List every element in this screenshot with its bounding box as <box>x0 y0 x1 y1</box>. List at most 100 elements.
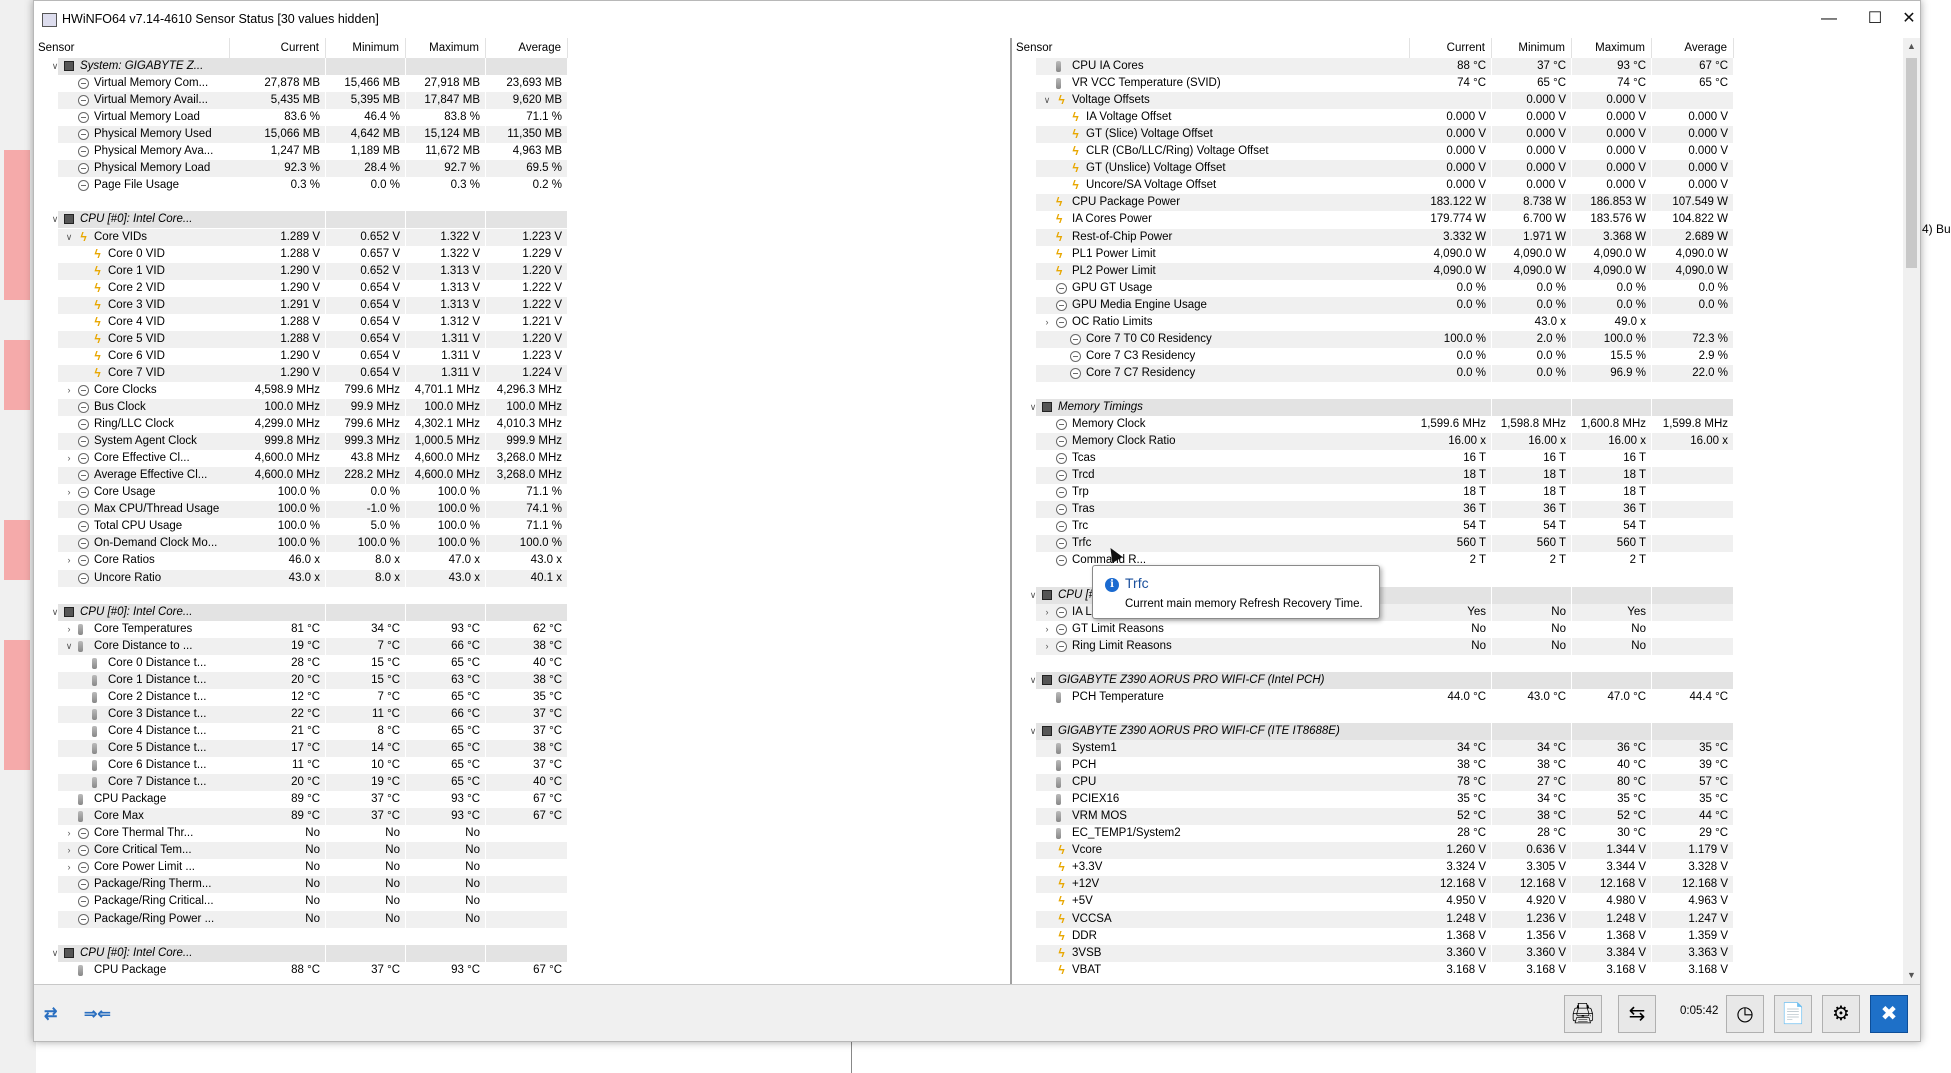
column-header-minimum[interactable]: Minimum <box>1492 38 1572 58</box>
sensor-row[interactable]: Core 0 Distance t... 28 °C 15 °C 65 °C 40 °C <box>34 655 1010 672</box>
sensor-row[interactable]: On-Demand Clock Mo... 100.0 % 100.0 % 100.0… <box>34 535 1010 553</box>
sensor-row[interactable]: ϟ +3.3V 3.324 V 3.305 V 3.344 V 3.328 V <box>1012 859 1920 876</box>
column-header-maximum[interactable]: Maximum <box>406 38 486 58</box>
collapse-chevron-icon[interactable]: ∨ <box>1028 587 1038 604</box>
sensor-row[interactable]: ϟ Core 4 VID 1.288 V 0.654 V 1.312 V 1.221 V <box>34 314 1010 331</box>
collapse-chevron-icon[interactable]: ∨ <box>1028 399 1038 416</box>
sensor-row[interactable]: Core 3 Distance t... 22 °C 11 °C 66 °C 37 °C <box>34 705 1010 723</box>
sensor-row[interactable]: › Core Power Limit ... No No No <box>34 859 1010 876</box>
sensor-row[interactable]: ϟ Core 5 VID 1.288 V 0.654 V 1.311 V 1.220 V <box>34 330 1010 348</box>
expand-chevron-icon[interactable]: › <box>64 450 74 467</box>
scroll-down-icon[interactable]: ▼ <box>1903 967 1920 984</box>
scroll-up-icon[interactable]: ▲ <box>1903 38 1920 55</box>
sensor-row[interactable]: Bus Clock 100.0 MHz 99.9 MHz 100.0 MHz 100.0… <box>34 399 1010 416</box>
expand-chevron-icon[interactable]: › <box>64 552 74 569</box>
sensor-row[interactable]: › Core Thermal Thr... No No No <box>34 825 1010 842</box>
sensor-row[interactable]: ∨ Core Distance to ... 19 °C 7 °C 66 °C 38 °C <box>34 637 1010 655</box>
column-header-maximum[interactable]: Maximum <box>1572 38 1652 58</box>
sensor-row[interactable]: ϟ Rest-of-Chip Power 3.332 W 1.971 W 3.368 W… <box>1012 228 1920 246</box>
sensor-row[interactable]: ϟ IA Cores Power 179.774 W 6.700 W 183.576 W… <box>1012 211 1920 228</box>
sensor-group-row[interactable]: ∨ CPU [#0]: Intel Core... <box>34 211 1010 229</box>
sensor-row[interactable]: GPU Media Engine Usage 0.0 % 0.0 % 0.0 % 0.0… <box>1012 296 1920 314</box>
sensor-swap-icon[interactable]: ⇆ <box>1618 995 1656 1033</box>
collapse-chevron-icon[interactable]: ∨ <box>64 638 74 655</box>
sensor-row[interactable]: Memory Clock Ratio 16.00 x 16.00 x 16.00 x 1… <box>1012 433 1920 451</box>
sensor-row[interactable]: ϟ GT (Unslice) Voltage Offset 0.000 V 0.000… <box>1012 160 1920 178</box>
column-header-minimum[interactable]: Minimum <box>326 38 406 58</box>
sensor-row[interactable]: ϟ Core 6 VID 1.290 V 0.654 V 1.311 V 1.223 V <box>34 348 1010 365</box>
sensor-row[interactable]: System Agent Clock 999.8 MHz 999.3 MHz 1,00… <box>34 433 1010 451</box>
sensor-panel-right[interactable]: Sensor Current Minimum Maximum Average CPU I… <box>1012 38 1920 984</box>
sensor-row[interactable]: › Ring Limit Reasons No No No <box>1012 637 1920 655</box>
column-header-current[interactable]: Current <box>1410 38 1492 58</box>
arrows-collapse-icon[interactable]: ⇒⇐ <box>84 1003 111 1027</box>
sensor-row[interactable]: PCH Temperature 44.0 °C 43.0 °C 47.0 °C 44.4… <box>1012 689 1920 706</box>
sensor-row[interactable]: ϟ GT (Slice) Voltage Offset 0.000 V 0.000 V… <box>1012 126 1920 144</box>
collapse-chevron-icon[interactable]: ∨ <box>1042 92 1052 109</box>
sensor-row[interactable]: Core Max 89 °C 37 °C 93 °C 67 °C <box>34 808 1010 826</box>
sensor-row[interactable]: Core 4 Distance t... 21 °C 8 °C 65 °C 37 °C <box>34 723 1010 740</box>
sensor-row[interactable]: VRM MOS 52 °C 38 °C 52 °C 44 °C <box>1012 808 1920 826</box>
expand-chevron-icon[interactable]: › <box>64 842 74 859</box>
sensor-row[interactable]: Trp 18 T 18 T 18 T <box>1012 484 1920 501</box>
close-x-icon[interactable]: ✖ <box>1870 995 1908 1033</box>
sensor-row[interactable]: Uncore Ratio 43.0 x 8.0 x 43.0 x 40.1 x <box>34 569 1010 587</box>
sensor-row[interactable]: ϟ Vcore 1.260 V 0.636 V 1.344 V 1.179 V <box>1012 842 1920 860</box>
expand-chevron-icon[interactable]: › <box>64 859 74 876</box>
sensor-row[interactable]: CPU 78 °C 27 °C 80 °C 57 °C <box>1012 774 1920 792</box>
sensor-row[interactable]: ∨ ϟ Core VIDs 1.289 V 0.652 V 1.322 V 1.223 V <box>34 228 1010 246</box>
expand-chevron-icon[interactable]: › <box>64 825 74 842</box>
sensor-row[interactable]: ϟ Core 3 VID 1.291 V 0.654 V 1.313 V 1.222 V <box>34 296 1010 314</box>
sensor-row[interactable]: ϟ PL2 Power Limit 4,090.0 W 4,090.0 W 4,090.… <box>1012 262 1920 280</box>
sensor-row[interactable]: PCH 38 °C 38 °C 40 °C 39 °C <box>1012 757 1920 774</box>
sensor-row[interactable]: Core 2 Distance t... 12 °C 7 °C 65 °C 35 °C <box>34 689 1010 706</box>
sensor-row[interactable]: Core 7 C7 Residency 0.0 % 0.0 % 96.9 % 22.0 … <box>1012 364 1920 382</box>
expand-chevron-icon[interactable]: › <box>64 484 74 501</box>
column-header-average[interactable]: Average <box>486 38 568 58</box>
sensor-row[interactable]: › Core Critical Tem... No No No <box>34 842 1010 860</box>
expand-chevron-icon[interactable]: › <box>1042 621 1052 638</box>
sensor-row[interactable]: Ring/LLC Clock 4,299.0 MHz 799.6 MHz 4,302.… <box>34 416 1010 433</box>
sensor-row[interactable]: ϟ +12V 12.168 V 12.168 V 12.168 V 12.168 V <box>1012 876 1920 894</box>
collapse-chevron-icon[interactable]: ∨ <box>50 58 60 75</box>
sensor-row[interactable]: CPU Package 88 °C 37 °C 93 °C 67 °C <box>34 962 1010 979</box>
sensor-row[interactable]: ϟ Core 7 VID 1.290 V 0.654 V 1.311 V 1.224 V <box>34 364 1010 382</box>
sensor-row[interactable]: Page File Usage 0.3 % 0.0 % 0.3 % 0.2 % <box>34 177 1010 194</box>
sensor-row[interactable]: Max CPU/Thread Usage 100.0 % -1.0 % 100.0 %… <box>34 501 1010 519</box>
sensor-row[interactable]: VR VCC Temperature (SVID) 74 °C 65 °C 74 °C… <box>1012 75 1920 92</box>
sensor-row[interactable]: › Core Usage 100.0 % 0.0 % 100.0 % 71.1 % <box>34 484 1010 501</box>
sensor-row[interactable]: ϟ +5V 4.950 V 4.920 V 4.980 V 4.963 V <box>1012 893 1920 910</box>
sensor-row[interactable]: › Core Ratios 46.0 x 8.0 x 47.0 x 43.0 x <box>34 552 1010 569</box>
sensor-row[interactable]: ∨ ϟ Voltage Offsets 0.000 V 0.000 V <box>1012 92 1920 110</box>
sensor-row[interactable]: Package/Ring Critical... No No No <box>34 893 1010 910</box>
sensor-row[interactable]: Tcas 16 T 16 T 16 T <box>1012 450 1920 467</box>
sensor-row[interactable]: Core 7 T0 C0 Residency 100.0 % 2.0 % 100.0 … <box>1012 330 1920 348</box>
expand-chevron-icon[interactable]: › <box>64 621 74 638</box>
collapse-chevron-icon[interactable]: ∨ <box>1028 723 1038 740</box>
sensor-group-row[interactable]: ∨ GIGABYTE Z390 AORUS PRO WIFI-CF (ITE IT… <box>1012 722 1920 740</box>
log-add-icon[interactable]: 📄 <box>1774 995 1812 1033</box>
collapse-chevron-icon[interactable]: ∨ <box>50 604 60 621</box>
sensor-row[interactable]: Average Effective Cl... 4,600.0 MHz 228.2 … <box>34 467 1010 485</box>
sensor-row[interactable]: Virtual Memory Avail... 5,435 MB 5,395 MB 1… <box>34 92 1010 110</box>
sensor-row[interactable]: Physical Memory Load 92.3 % 28.4 % 92.7 % 69… <box>34 160 1010 178</box>
maximize-icon[interactable]: ☐ <box>1852 1 1898 37</box>
sensor-row[interactable]: ϟ 3VSB 3.360 V 3.360 V 3.384 V 3.363 V <box>1012 944 1920 962</box>
expand-chevron-icon[interactable]: › <box>1042 314 1052 331</box>
sensor-group-row[interactable]: ∨ Memory Timings <box>1012 399 1920 416</box>
sensor-group-row[interactable]: ∨ CPU [#0]: Intel Core... <box>34 944 1010 962</box>
sensor-row[interactable]: Core 1 Distance t... 20 °C 15 °C 63 °C 38 °C <box>34 671 1010 689</box>
sensor-group-row[interactable]: ∨ GIGABYTE Z390 AORUS PRO WIFI-CF (Intel … <box>1012 671 1920 689</box>
column-header-current[interactable]: Current <box>230 38 326 58</box>
sensor-row[interactable]: ϟ DDR 1.368 V 1.356 V 1.368 V 1.359 V <box>1012 928 1920 945</box>
sensor-row[interactable]: Trcd 18 T 18 T 18 T <box>1012 467 1920 485</box>
sensor-row[interactable]: Virtual Memory Com... 27,878 MB 15,466 MB 2… <box>34 75 1010 92</box>
sensor-row[interactable]: › Core Temperatures 81 °C 34 °C 93 °C 62 °C <box>34 621 1010 638</box>
clock-icon[interactable]: ◷ <box>1726 995 1764 1033</box>
sensor-row[interactable]: ϟ Core 1 VID 1.290 V 0.652 V 1.313 V 1.220 V <box>34 262 1010 280</box>
expand-chevron-icon[interactable]: › <box>64 382 74 399</box>
vertical-scrollbar[interactable]: ▲ ▼ <box>1903 38 1920 984</box>
arrows-horizontal-icon[interactable]: ⇄ <box>44 1003 57 1027</box>
sensor-row[interactable]: Tras 36 T 36 T 36 T <box>1012 501 1920 519</box>
sensor-row[interactable]: System1 34 °C 34 °C 36 °C 35 °C <box>1012 740 1920 757</box>
